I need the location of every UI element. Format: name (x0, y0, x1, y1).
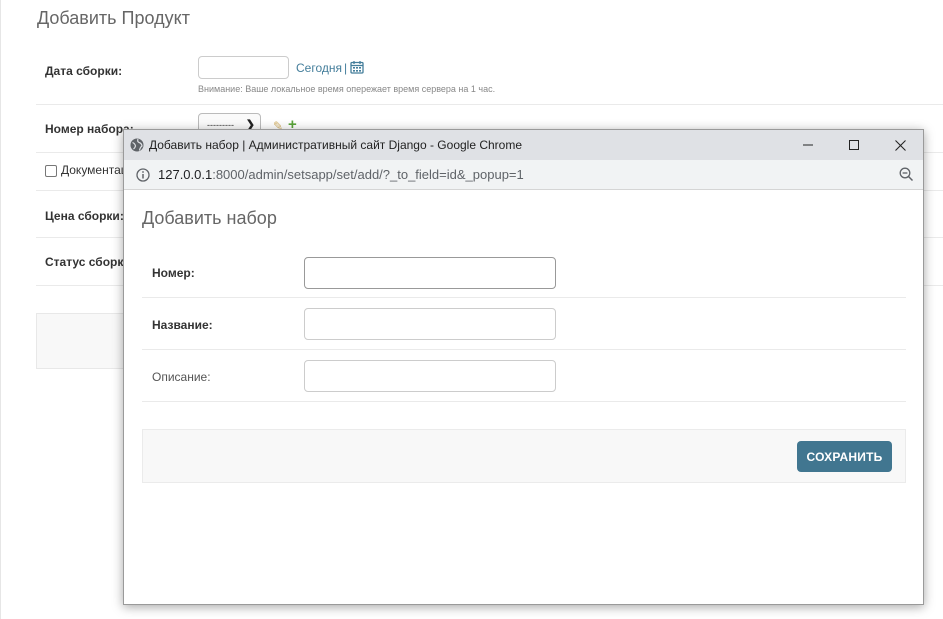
url-text[interactable]: 127.0.0.1:8000/admin/setsapp/set/add/?_t… (158, 167, 524, 182)
link-separator: | (344, 61, 348, 75)
number-input[interactable] (304, 257, 556, 289)
window-titlebar[interactable]: Добавить набор | Административный сайт D… (124, 130, 923, 160)
assembly-status-label: Статус сборки: (45, 255, 135, 269)
form-heading: Добавить набор (142, 208, 277, 228)
window-title: Добавить набор | Административный сайт D… (149, 138, 523, 152)
name-label: Название: (152, 318, 213, 332)
popup-window: Добавить набор | Административный сайт D… (123, 129, 924, 605)
popup-content: Добавить набор Номер: Название: Описание… (124, 190, 923, 604)
address-bar[interactable]: 127.0.0.1:8000/admin/setsapp/set/add/?_t… (124, 160, 923, 190)
close-icon (894, 139, 906, 151)
url-host: 127.0.0.1 (158, 167, 213, 182)
timezone-warning: Внимание: Ваше локальное время опережает… (198, 84, 496, 94)
name-input[interactable] (304, 308, 556, 340)
url-path: :8000/admin/setsapp/set/add/?_to_field=i… (212, 167, 524, 182)
form-row-assembly-date (36, 40, 943, 105)
calendar-icon[interactable] (350, 60, 364, 74)
page-title: Добавить Продукт (37, 8, 190, 28)
maximize-button[interactable] (831, 130, 877, 160)
save-button[interactable]: СОХРАНИТЬ (797, 441, 892, 472)
minimize-icon (803, 144, 813, 146)
close-button[interactable] (877, 130, 923, 160)
description-label: Описание: (152, 370, 211, 384)
info-icon[interactable] (136, 168, 150, 182)
description-input[interactable] (304, 360, 556, 392)
set-number-label: Номер набора: (45, 122, 134, 136)
assembly-date-label: Дата сборки: (45, 64, 123, 78)
maximize-icon (849, 140, 859, 150)
assembly-price-label: Цена сборки: (45, 209, 124, 223)
minimize-button[interactable] (785, 130, 831, 160)
left-border (0, 0, 1, 619)
documentation-checkbox[interactable] (45, 165, 57, 177)
assembly-date-input[interactable] (198, 56, 289, 79)
globe-icon (130, 138, 144, 152)
submit-row: СОХРАНИТЬ (142, 429, 906, 483)
number-label: Номер: (152, 266, 195, 280)
zoom-out-icon[interactable] (899, 167, 914, 182)
today-link[interactable]: Сегодня (296, 61, 342, 75)
